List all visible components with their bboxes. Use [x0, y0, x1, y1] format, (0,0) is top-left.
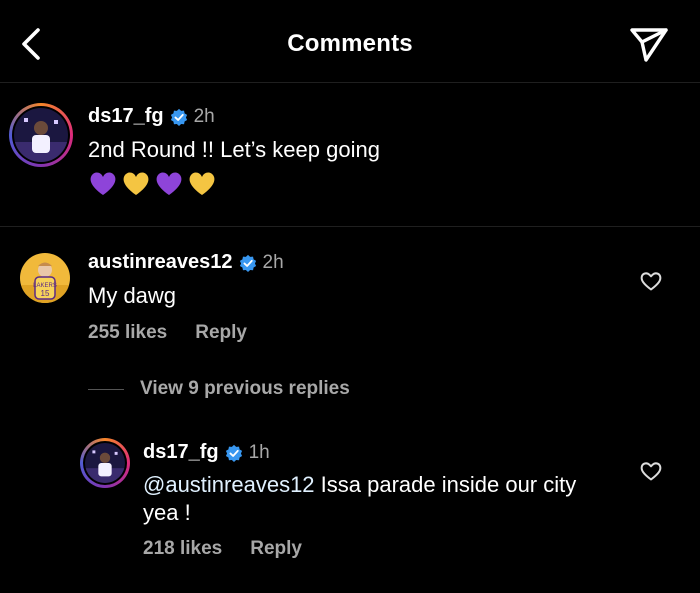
view-replies-label: View 9 previous replies — [140, 378, 350, 399]
reply-text: Issa parade inside our city — [314, 472, 577, 497]
heart-outline-icon — [640, 272, 662, 291]
verified-badge-icon — [170, 108, 187, 126]
comment-header: austinreaves12 2h — [88, 251, 284, 274]
likes-count[interactable]: 255 likes — [88, 322, 167, 343]
caption-header: ds17_fg 2h — [88, 105, 215, 128]
view-previous-replies-button[interactable]: View 9 previous replies — [88, 378, 350, 400]
likes-count[interactable]: 218 likes — [143, 538, 222, 559]
avatar[interactable] — [14, 108, 68, 162]
reply-button[interactable]: Reply — [195, 322, 247, 343]
post-caption: ds17_fg 2h 2nd Round !! Let’s keep going — [0, 83, 700, 227]
avatar[interactable] — [85, 443, 125, 483]
reply-header: ds17_fg 1h — [143, 441, 270, 464]
like-button[interactable] — [639, 269, 663, 293]
yellow-heart-icon — [189, 172, 215, 195]
player-photo-icon: LAKERS 15 — [20, 253, 70, 303]
heart-outline-icon — [640, 462, 662, 481]
like-button[interactable] — [639, 459, 663, 483]
reply-button[interactable]: Reply — [250, 538, 302, 559]
avatar[interactable]: LAKERS 15 — [20, 253, 70, 303]
player-photo-icon — [14, 108, 68, 162]
svg-text:15: 15 — [41, 289, 50, 298]
username[interactable]: austinreaves12 — [88, 251, 233, 274]
yellow-heart-icon — [123, 172, 149, 195]
purple-heart-icon — [90, 172, 116, 195]
share-button[interactable] — [626, 24, 670, 64]
username[interactable]: ds17_fg — [143, 441, 219, 464]
verified-badge-icon — [225, 444, 242, 462]
timestamp: 2h — [262, 251, 284, 273]
emoji-row — [88, 169, 220, 197]
purple-heart-icon — [156, 172, 182, 195]
paper-plane-icon — [630, 28, 668, 62]
comment-text: My dawg — [88, 283, 177, 308]
comment-meta: 255 likes Reply — [88, 322, 247, 344]
mention-link[interactable]: @austinreaves12 — [143, 472, 315, 497]
comments-header: Comments — [0, 0, 700, 83]
timestamp: 1h — [248, 441, 270, 463]
verified-badge-icon — [239, 254, 256, 272]
player-photo-icon — [85, 443, 125, 483]
reply-text-line-2: yea ! — [143, 500, 191, 525]
reply-meta: 218 likes Reply — [143, 538, 302, 560]
divider — [88, 388, 124, 390]
caption-text: 2nd Round !! Let’s keep going — [88, 137, 380, 162]
page-title: Comments — [287, 30, 413, 57]
timestamp: 2h — [193, 105, 215, 127]
reply-text-line-1: @austinreaves12 Issa parade inside our c… — [143, 472, 576, 498]
username[interactable]: ds17_fg — [88, 105, 164, 128]
